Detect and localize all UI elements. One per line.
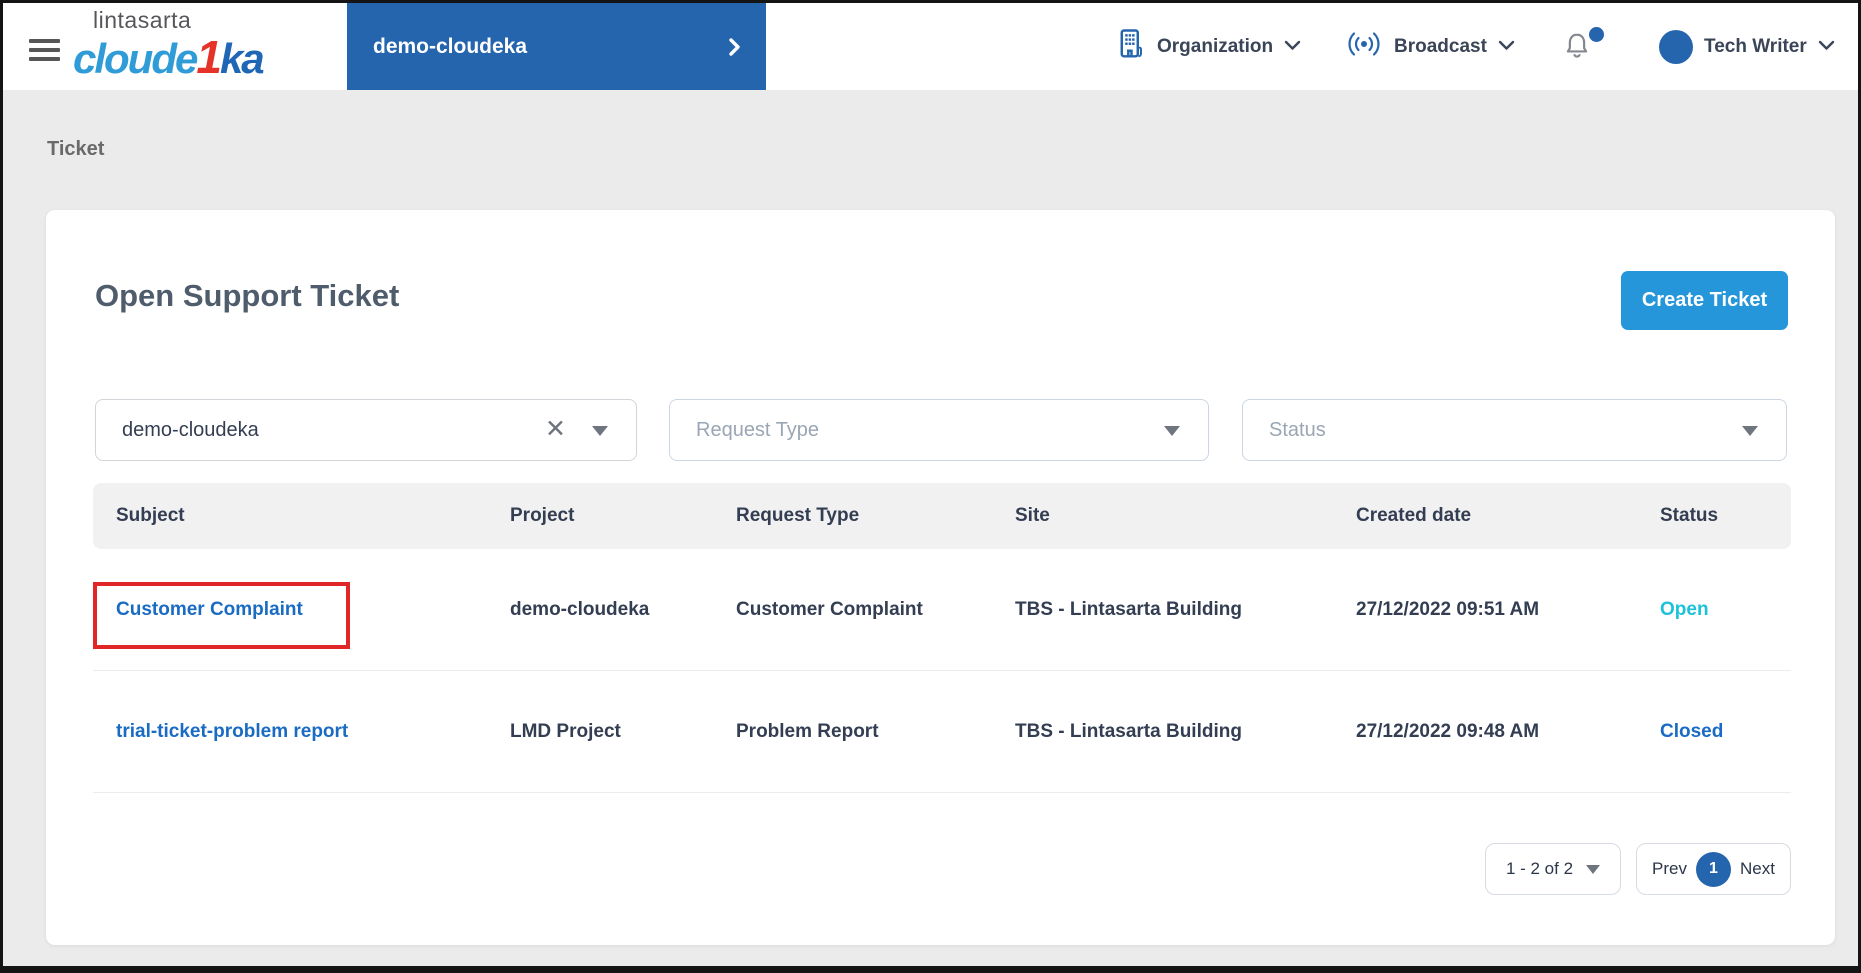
status-placeholder: Status: [1269, 419, 1326, 442]
status-badge: Open: [1637, 599, 1791, 621]
request-type-filter-select[interactable]: Request Type: [669, 399, 1209, 461]
current-page-button[interactable]: 1: [1696, 852, 1731, 887]
project-filter-value: demo-cloudeka: [122, 419, 259, 442]
app-root: { "colors": { "brand_blue": "#2565ae", "…: [0, 0, 1861, 973]
table-header: Subject Project Request Type Site Create…: [93, 483, 1791, 549]
bell-icon: [1562, 31, 1592, 63]
organization-menu[interactable]: Organization: [1116, 3, 1301, 90]
column-header-project: Project: [487, 505, 713, 527]
hamburger-bar: [29, 39, 60, 43]
project-filter-select[interactable]: demo-cloudeka ✕: [95, 399, 637, 461]
caret-down-icon[interactable]: [1742, 426, 1758, 436]
chevron-down-icon: [1498, 38, 1515, 56]
status-filter-select[interactable]: Status: [1242, 399, 1787, 461]
column-header-request-type: Request Type: [713, 505, 992, 527]
next-button[interactable]: Next: [1740, 859, 1775, 879]
hamburger-icon[interactable]: [29, 34, 60, 66]
ticket-site: TBS - Lintasarta Building: [992, 599, 1333, 621]
ticket-site: TBS - Lintasarta Building: [992, 721, 1333, 743]
project-selector[interactable]: demo-cloudeka: [347, 3, 766, 90]
broadcast-waves-icon: [1345, 31, 1383, 62]
tickets-table: Subject Project Request Type Site Create…: [93, 483, 1791, 793]
building-icon: [1116, 28, 1146, 65]
notifications-button[interactable]: [1562, 3, 1592, 90]
column-header-created-date: Created date: [1333, 505, 1637, 527]
status-badge: Closed: [1637, 721, 1791, 743]
project-selector-label: demo-cloudeka: [373, 35, 527, 59]
chevron-right-icon: [728, 37, 741, 62]
ticket-subject-link[interactable]: trial-ticket-problem report: [93, 721, 487, 743]
caret-down-icon: [1586, 865, 1600, 874]
logo-tagline: lintasarta: [93, 9, 263, 32]
broadcast-label: Broadcast: [1394, 36, 1487, 58]
ticket-request-type: Customer Complaint: [713, 599, 992, 621]
column-header-site: Site: [992, 505, 1333, 527]
ticket-subject-link[interactable]: Customer Complaint: [93, 599, 487, 621]
hamburger-bar: [29, 57, 60, 61]
ticket-project: demo-cloudeka: [487, 599, 713, 621]
prev-button[interactable]: Prev: [1652, 859, 1687, 879]
create-ticket-button[interactable]: Create Ticket: [1621, 271, 1788, 330]
cloudeka-wordmark: cloude1ka: [73, 34, 263, 80]
top-header: lintasarta cloude1ka demo-cloudeka Organ…: [3, 3, 1858, 90]
broadcast-menu[interactable]: Broadcast: [1345, 3, 1515, 90]
breadcrumb: Ticket: [47, 138, 104, 161]
organization-label: Organization: [1157, 36, 1273, 58]
ticket-created-date: 27/12/2022 09:51 AM: [1333, 599, 1637, 621]
ticket-project: LMD Project: [487, 721, 713, 743]
ticket-created-date: 27/12/2022 09:48 AM: [1333, 721, 1637, 743]
pagination-controls: Prev 1 Next: [1636, 843, 1791, 895]
chevron-down-icon: [1284, 38, 1301, 56]
avatar: [1659, 30, 1693, 64]
lintasarta-cloudeka-logo: lintasarta cloude1ka: [73, 9, 263, 80]
column-header-subject: Subject: [93, 505, 487, 527]
clear-icon[interactable]: ✕: [545, 414, 566, 443]
pagination-range-label: 1 - 2 of 2: [1506, 859, 1573, 879]
user-name: Tech Writer: [1704, 36, 1807, 58]
rows-per-page-select[interactable]: 1 - 2 of 2: [1485, 843, 1621, 895]
caret-down-icon[interactable]: [1164, 426, 1180, 436]
open-support-ticket-card: Open Support Ticket Create Ticket demo-c…: [46, 210, 1835, 945]
hamburger-bar: [29, 48, 60, 52]
page-title: Open Support Ticket: [95, 278, 399, 314]
table-row: Customer Complaint demo-cloudeka Custome…: [93, 549, 1791, 671]
user-menu[interactable]: Tech Writer: [1659, 3, 1835, 90]
chevron-down-icon: [1818, 38, 1835, 56]
caret-down-icon[interactable]: [592, 426, 608, 436]
table-row: trial-ticket-problem report LMD Project …: [93, 671, 1791, 793]
column-header-status: Status: [1637, 505, 1791, 527]
request-type-placeholder: Request Type: [696, 419, 819, 442]
notification-dot: [1589, 27, 1604, 42]
ticket-request-type: Problem Report: [713, 721, 992, 743]
